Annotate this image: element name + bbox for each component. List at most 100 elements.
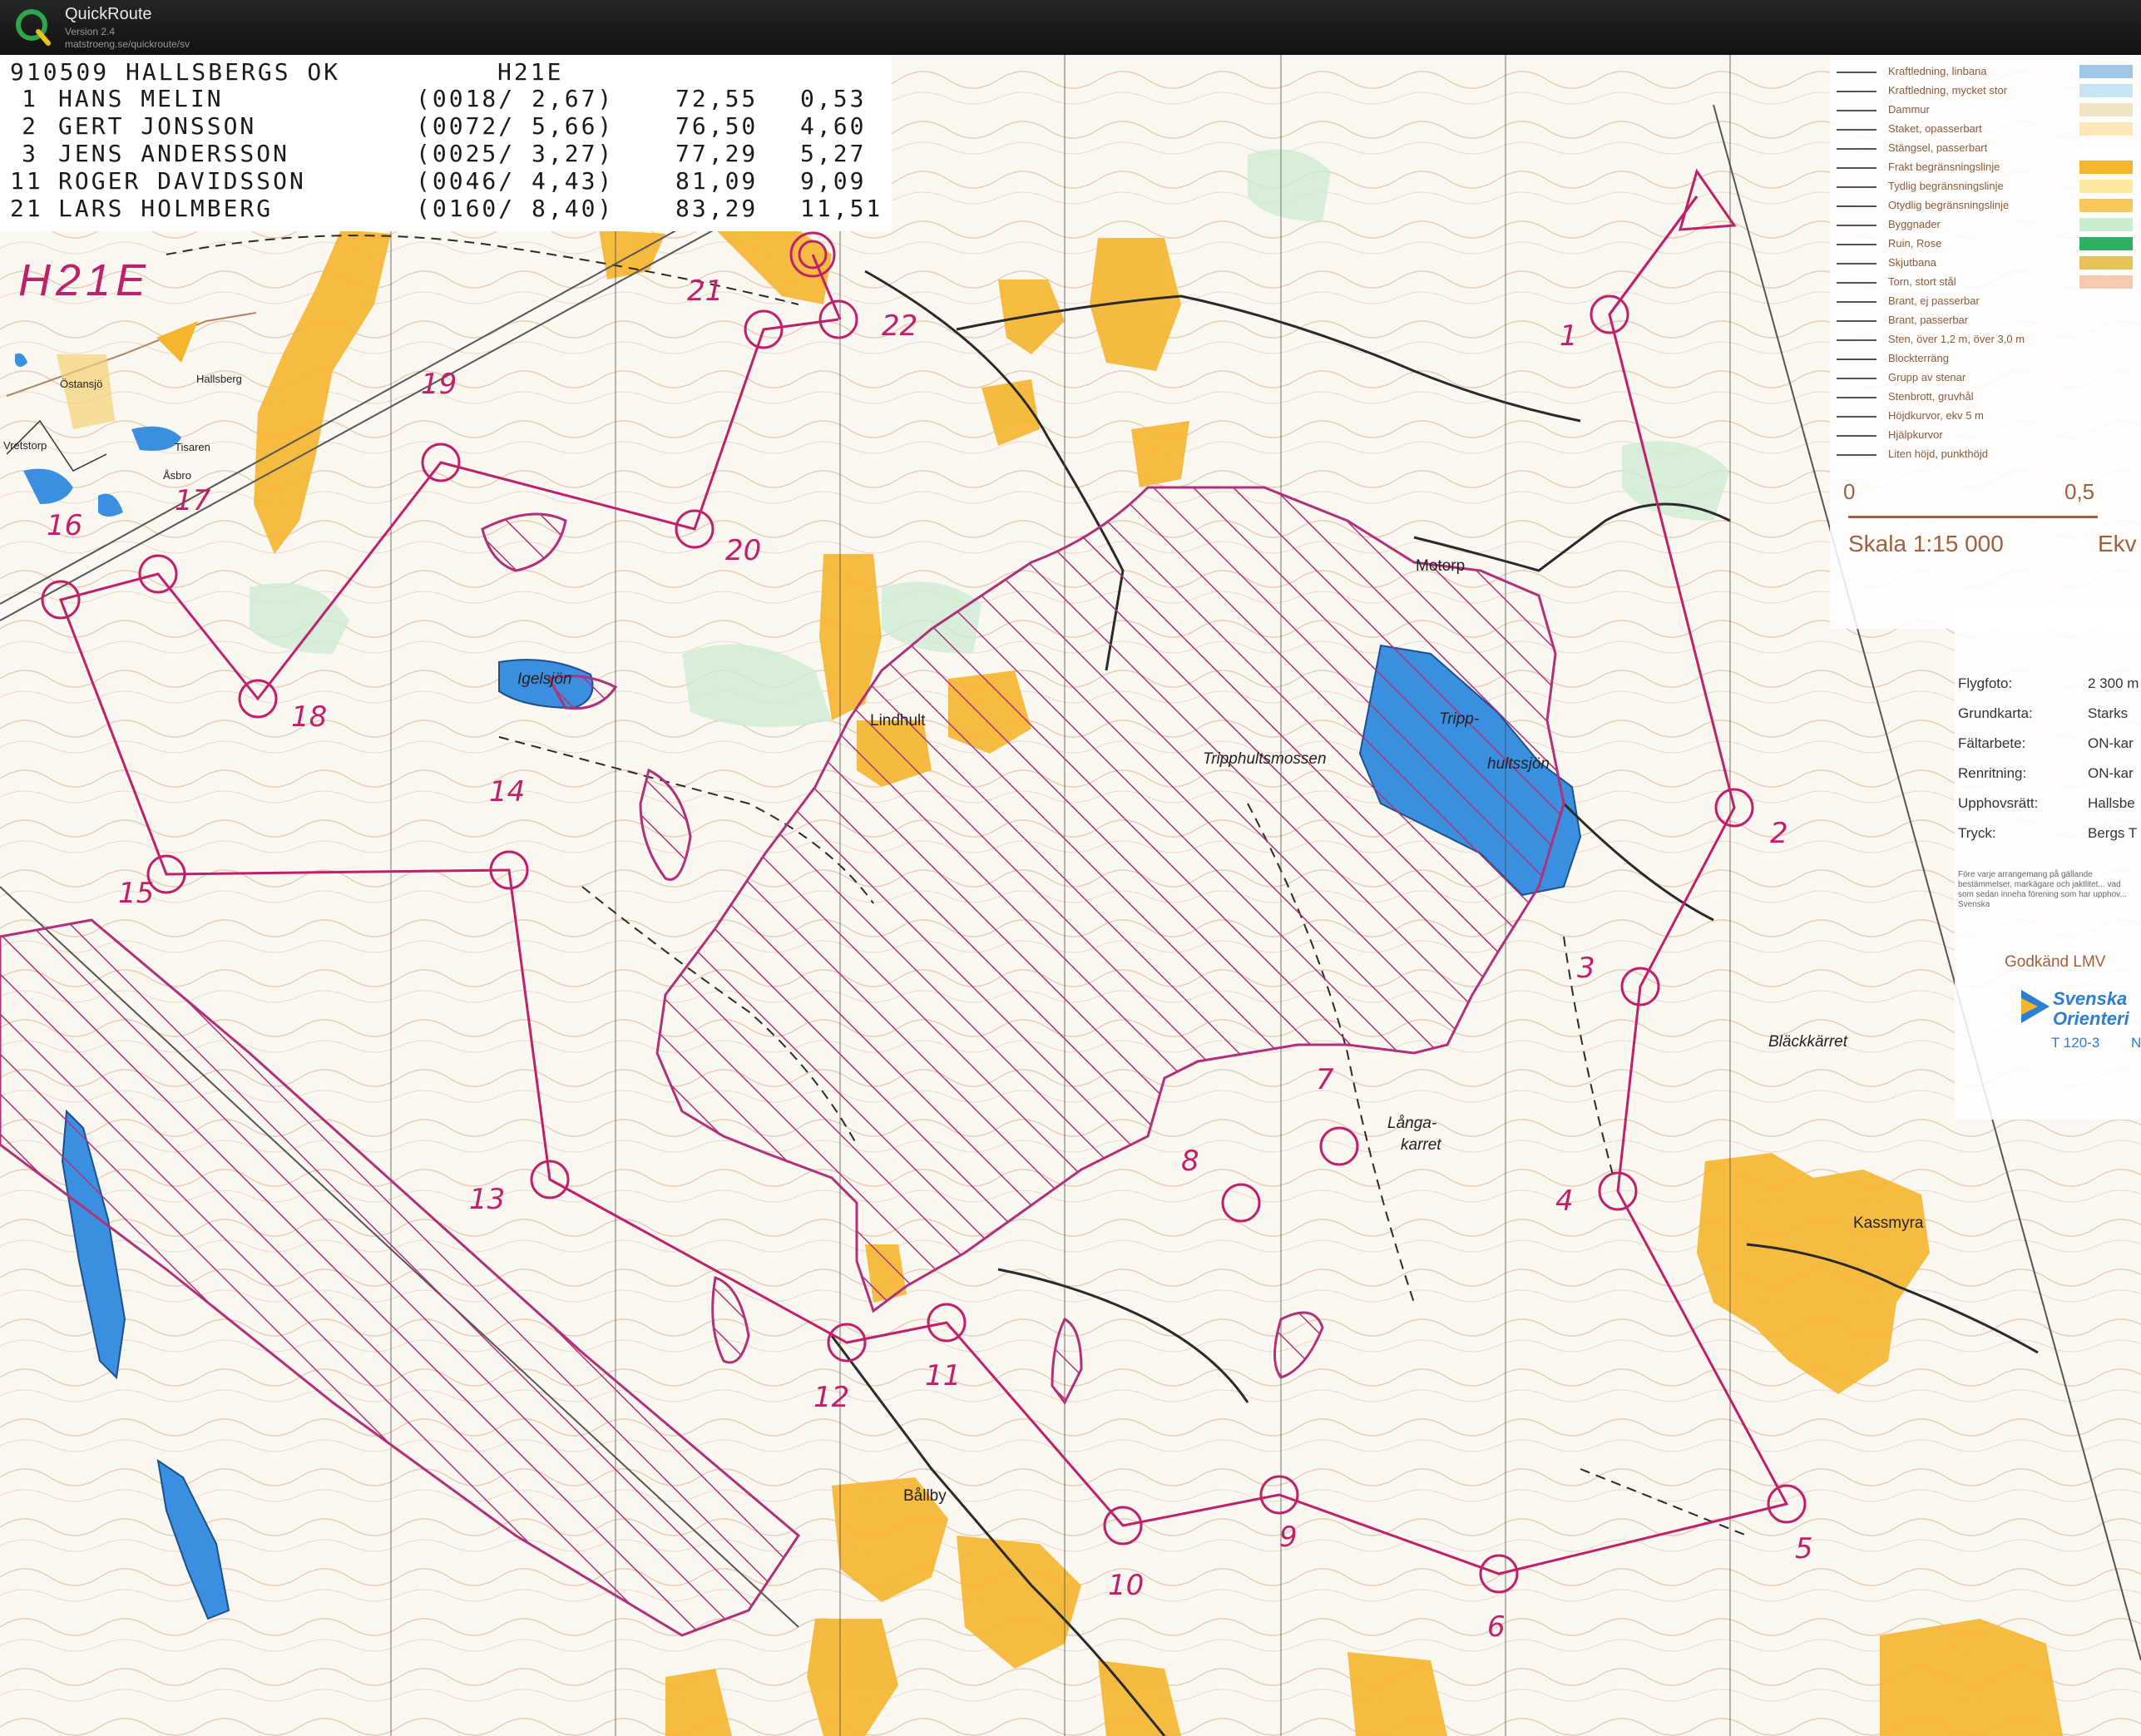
legend-symbol: [1837, 454, 1876, 456]
legend-color-swatch: [2079, 256, 2133, 270]
info-label: Renritning:: [1958, 765, 2027, 781]
map-info-panel: Flygfoto: 2 300 m Grundkarta: Starks Fältarb…: [1955, 604, 2141, 1120]
inset-label-vretstorp: Vretstorp: [3, 439, 47, 452]
control-number-8: 8: [1181, 1145, 1199, 1178]
legend-symbol: [1837, 301, 1876, 303]
place-blackkarret: Bläckkärret: [1768, 1033, 1848, 1051]
legend-item: Kraftledning, linbana: [1888, 65, 1987, 77]
control-number-1: 1: [1560, 319, 1578, 353]
legend-symbol: [1837, 282, 1876, 284]
result-diff: 11,51: [800, 195, 883, 222]
info-value: ON-kar: [2088, 735, 2134, 751]
results-header: 910509 HALLSBERGS OK H21E: [10, 58, 561, 86]
result-name: HANS MELIN: [58, 85, 224, 112]
result-place: 2: [22, 112, 38, 140]
legend-item: Torn, stort stål: [1888, 275, 1956, 288]
legend-item: Liten höjd, punkthöjd: [1888, 448, 1988, 460]
legend-item: Sten, över 1,2 m, över 3,0 m: [1888, 333, 2025, 345]
result-time: 77,29: [675, 140, 759, 167]
legend-symbol: [1837, 186, 1876, 188]
result-split: (0160/ 8,40): [416, 195, 615, 222]
info-label: Upphovsrätt:: [1958, 795, 2039, 811]
scale-zero: 0: [1843, 479, 1856, 504]
legend-item: Hjälpkurvor: [1888, 428, 1943, 441]
result-place: 21: [10, 195, 43, 222]
legend-item: Byggnader: [1888, 218, 1941, 230]
result-diff: 0,53: [800, 85, 867, 112]
scale-title: Skala 1:15 000: [1848, 531, 2004, 556]
result-time: 72,55: [675, 85, 759, 112]
app-url: matstroeng.se/quickroute/sv: [65, 38, 190, 50]
inset-label-hallsberg: Hallsberg: [196, 373, 242, 385]
result-name: LARS HOLMBERG: [58, 195, 274, 222]
legend-item: Blockterräng: [1888, 352, 1949, 364]
control-number-7: 7: [1316, 1063, 1334, 1096]
result-name: JENS ANDERSSON: [58, 140, 290, 167]
info-value: Bergs T: [2088, 825, 2138, 841]
control-number-19: 19: [421, 368, 457, 401]
legend-color-swatch: [2079, 103, 2133, 116]
legend-item: Skjutbana: [1888, 256, 1936, 269]
place-lindhult: Lindhult: [870, 712, 926, 730]
control-number-22: 22: [882, 309, 918, 343]
map-code-suffix: N: [2131, 1035, 2141, 1051]
control-number-9: 9: [1279, 1521, 1298, 1554]
result-diff: 9,09: [800, 167, 867, 195]
place-karret: karret: [1401, 1136, 1441, 1154]
control-number-3: 3: [1577, 952, 1595, 985]
control-number-21: 21: [687, 274, 724, 308]
legend-symbol: [1837, 91, 1876, 92]
result-diff: 4,60: [800, 112, 867, 140]
inset-location-map: [7, 312, 256, 517]
result-split: (0018/ 2,67): [416, 85, 615, 112]
federation-logo-icon: [2021, 990, 2050, 1023]
control-number-13: 13: [469, 1183, 506, 1216]
result-place: 11: [10, 167, 43, 195]
result-split: (0072/ 5,66): [416, 112, 615, 140]
place-igelsjon: Igelsjön: [517, 670, 572, 688]
approved-label: Godkänd LMV: [2005, 953, 2106, 971]
legend-item: Frakt begränsningslinje: [1888, 161, 2000, 173]
place-hultssjon: hultssjön: [1487, 755, 1550, 773]
control-number-2: 2: [1770, 817, 1788, 850]
map-canvas: [0, 55, 2141, 1736]
legend-color-swatch: [2079, 161, 2133, 174]
info-label: Tryck:: [1958, 825, 1996, 841]
result-diff: 5,27: [800, 140, 867, 167]
inset-label-tisaren: Tisaren: [175, 441, 210, 453]
legend-color-swatch: [2079, 275, 2133, 289]
place-kassmyra: Kassmyra: [1853, 1214, 1924, 1232]
inset-label-ostansjo: Östansjö: [60, 378, 103, 390]
event-name: 910509 HALLSBERGS OK: [10, 58, 341, 86]
info-value: 2 300 m: [2088, 675, 2139, 691]
place-ballby: Bållby: [903, 1487, 947, 1505]
legend-symbol: [1837, 72, 1876, 73]
control-number-18: 18: [291, 700, 328, 734]
legend-symbol: [1837, 110, 1876, 111]
app-title: QuickRoute: [65, 5, 152, 23]
legend-item: Staket, opasserbart: [1888, 122, 1982, 135]
class-name: H21E: [497, 58, 564, 86]
control-number-6: 6: [1487, 1610, 1506, 1644]
legend-item: Ruin, Rose: [1888, 237, 1942, 250]
legend-item: Höjdkurvor, ekv 5 m: [1888, 409, 1984, 422]
legend-symbol: [1837, 320, 1876, 322]
info-value: Starks: [2088, 705, 2129, 721]
legend-symbol: [1837, 339, 1876, 341]
place-tripphultsmossen: Tripphultsmossen: [1203, 750, 1327, 768]
map-code: T 120-3: [2051, 1035, 2100, 1051]
result-time: 81,09: [675, 167, 759, 195]
place-tripp: Tripp-: [1439, 710, 1480, 728]
quickroute-logo-icon: [16, 9, 51, 46]
info-label: Fältarbete:: [1958, 735, 2026, 751]
legend-item: Dammur: [1888, 103, 1930, 116]
control-number-11: 11: [925, 1359, 962, 1392]
result-name: GERT JONSSON: [58, 112, 257, 140]
legend-item: Tydlig begränsningslinje: [1888, 180, 2004, 192]
info-value: ON-kar: [2088, 765, 2134, 781]
orienteering-map[interactable]: 910509 HALLSBERGS OK H21E 1 HANS MELIN (00…: [0, 55, 2141, 1736]
scale-half: 0,5: [2064, 479, 2095, 504]
legend-color-swatch: [2079, 199, 2133, 212]
result-time: 76,50: [675, 112, 759, 140]
result-name: ROGER DAVIDSSON: [58, 167, 306, 195]
